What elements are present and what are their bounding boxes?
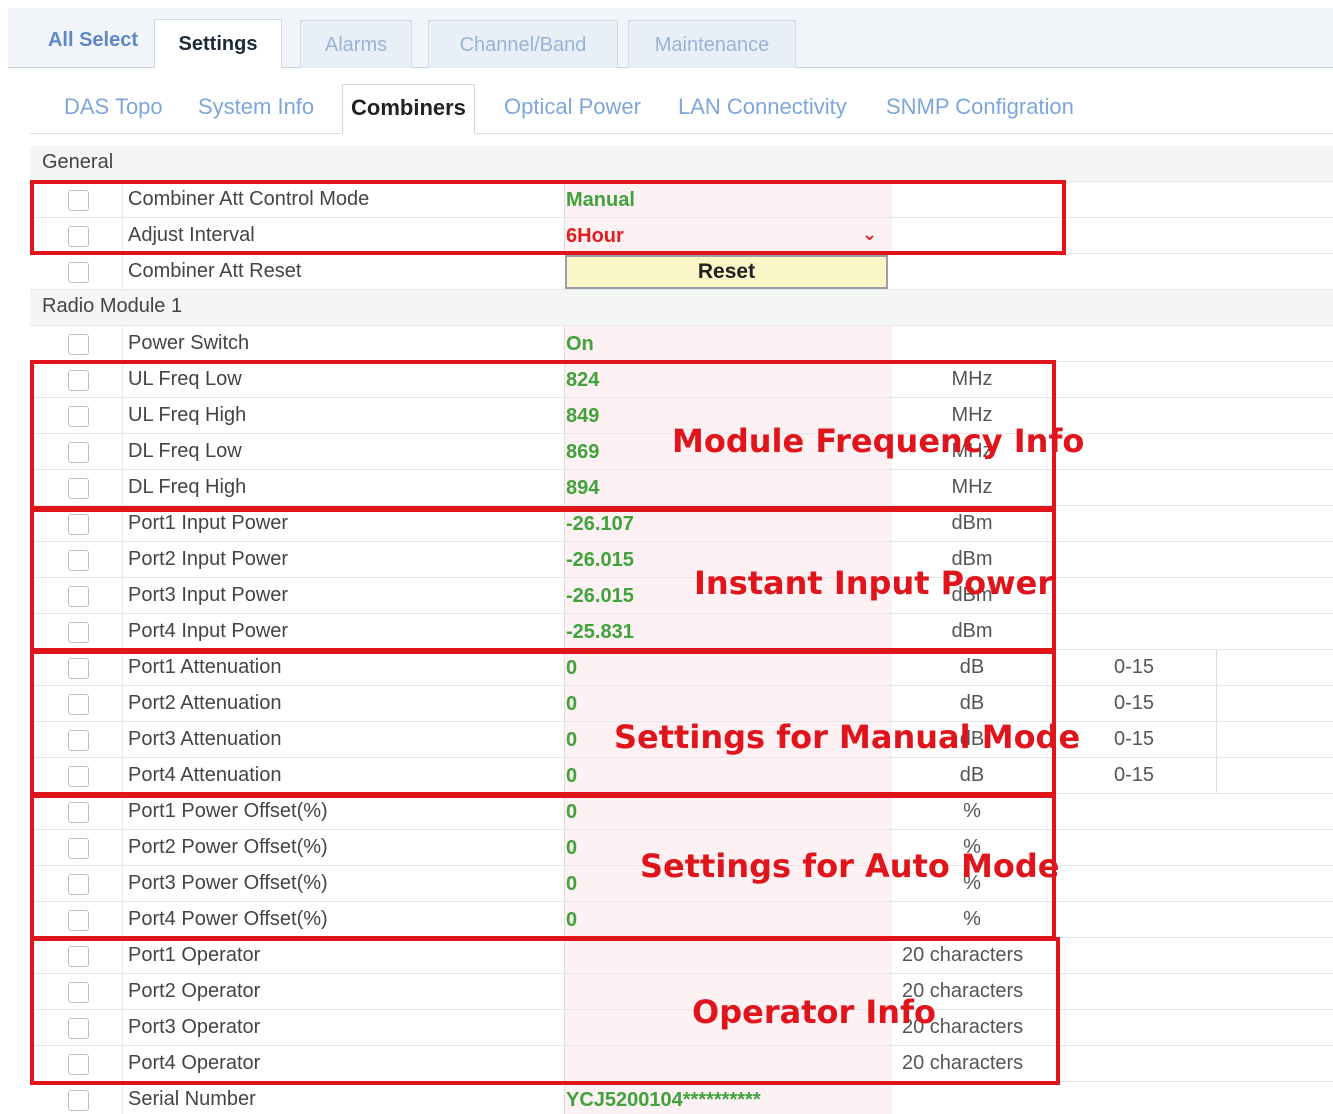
table-row: Power Switch On [30,326,1333,362]
subtab-snmp-configration[interactable]: SNMP Configration [886,84,1074,134]
column-divider [1216,758,1217,793]
column-divider [122,254,123,289]
section-label: General [42,151,114,173]
column-divider [1216,650,1217,685]
annotation-instant-input-power: Instant Input Power [694,564,1054,602]
table-row: Serial Number YCJ5200104********** [30,1082,1333,1114]
subtab-das-topo[interactable]: DAS Topo [64,84,163,134]
section-general: General [30,146,1333,182]
section-radio-module: Radio Module 1 [30,290,1333,326]
row-range: 0-15 [1114,692,1155,714]
column-divider [122,326,123,361]
row-label: Combiner Att Reset [128,260,302,282]
annotation-box-mode [30,180,1066,255]
subtab-combiners[interactable]: Combiners [342,84,475,134]
table-row: Combiner Att Reset Reset [30,254,1333,290]
tab-all-select[interactable]: All Select [38,18,148,66]
column-divider [122,1082,123,1114]
annotation-module-frequency: Module Frequency Info [672,422,1085,460]
reset-button[interactable]: Reset [565,255,888,289]
column-divider [1216,686,1217,721]
serial-number-value: YCJ5200104********** [566,1089,761,1111]
annotation-manual-mode: Settings for Manual Mode [614,718,1081,756]
subtab-lan-connectivity[interactable]: LAN Connectivity [678,84,847,134]
sub-tab-bar: DAS Topo System Info Combiners Optical P… [30,68,1333,134]
top-tab-bar: All Select Settings Alarms Channel/Band … [8,8,1333,69]
tab-maintenance[interactable]: Maintenance [628,20,796,68]
row-checkbox[interactable] [68,334,89,355]
row-range: 0-15 [1114,728,1155,750]
tab-channel-band[interactable]: Channel/Band [428,20,618,68]
row-range: 0-15 [1114,764,1155,786]
annotation-auto-mode: Settings for Auto Mode [640,847,1060,885]
row-label: Serial Number [128,1088,256,1110]
power-switch-value[interactable]: On [566,333,594,356]
subtab-system-info[interactable]: System Info [198,84,314,134]
subtab-optical-power[interactable]: Optical Power [504,84,641,134]
tab-settings[interactable]: Settings [154,19,282,69]
value-cell [564,326,892,361]
row-checkbox[interactable] [68,1090,89,1111]
column-divider [1216,722,1217,757]
annotation-operator-info: Operator Info [692,993,936,1031]
row-label: Power Switch [128,332,250,354]
section-label: Radio Module 1 [42,295,183,317]
row-checkbox[interactable] [68,262,89,283]
row-range: 0-15 [1114,656,1155,678]
tab-alarms[interactable]: Alarms [300,20,412,68]
